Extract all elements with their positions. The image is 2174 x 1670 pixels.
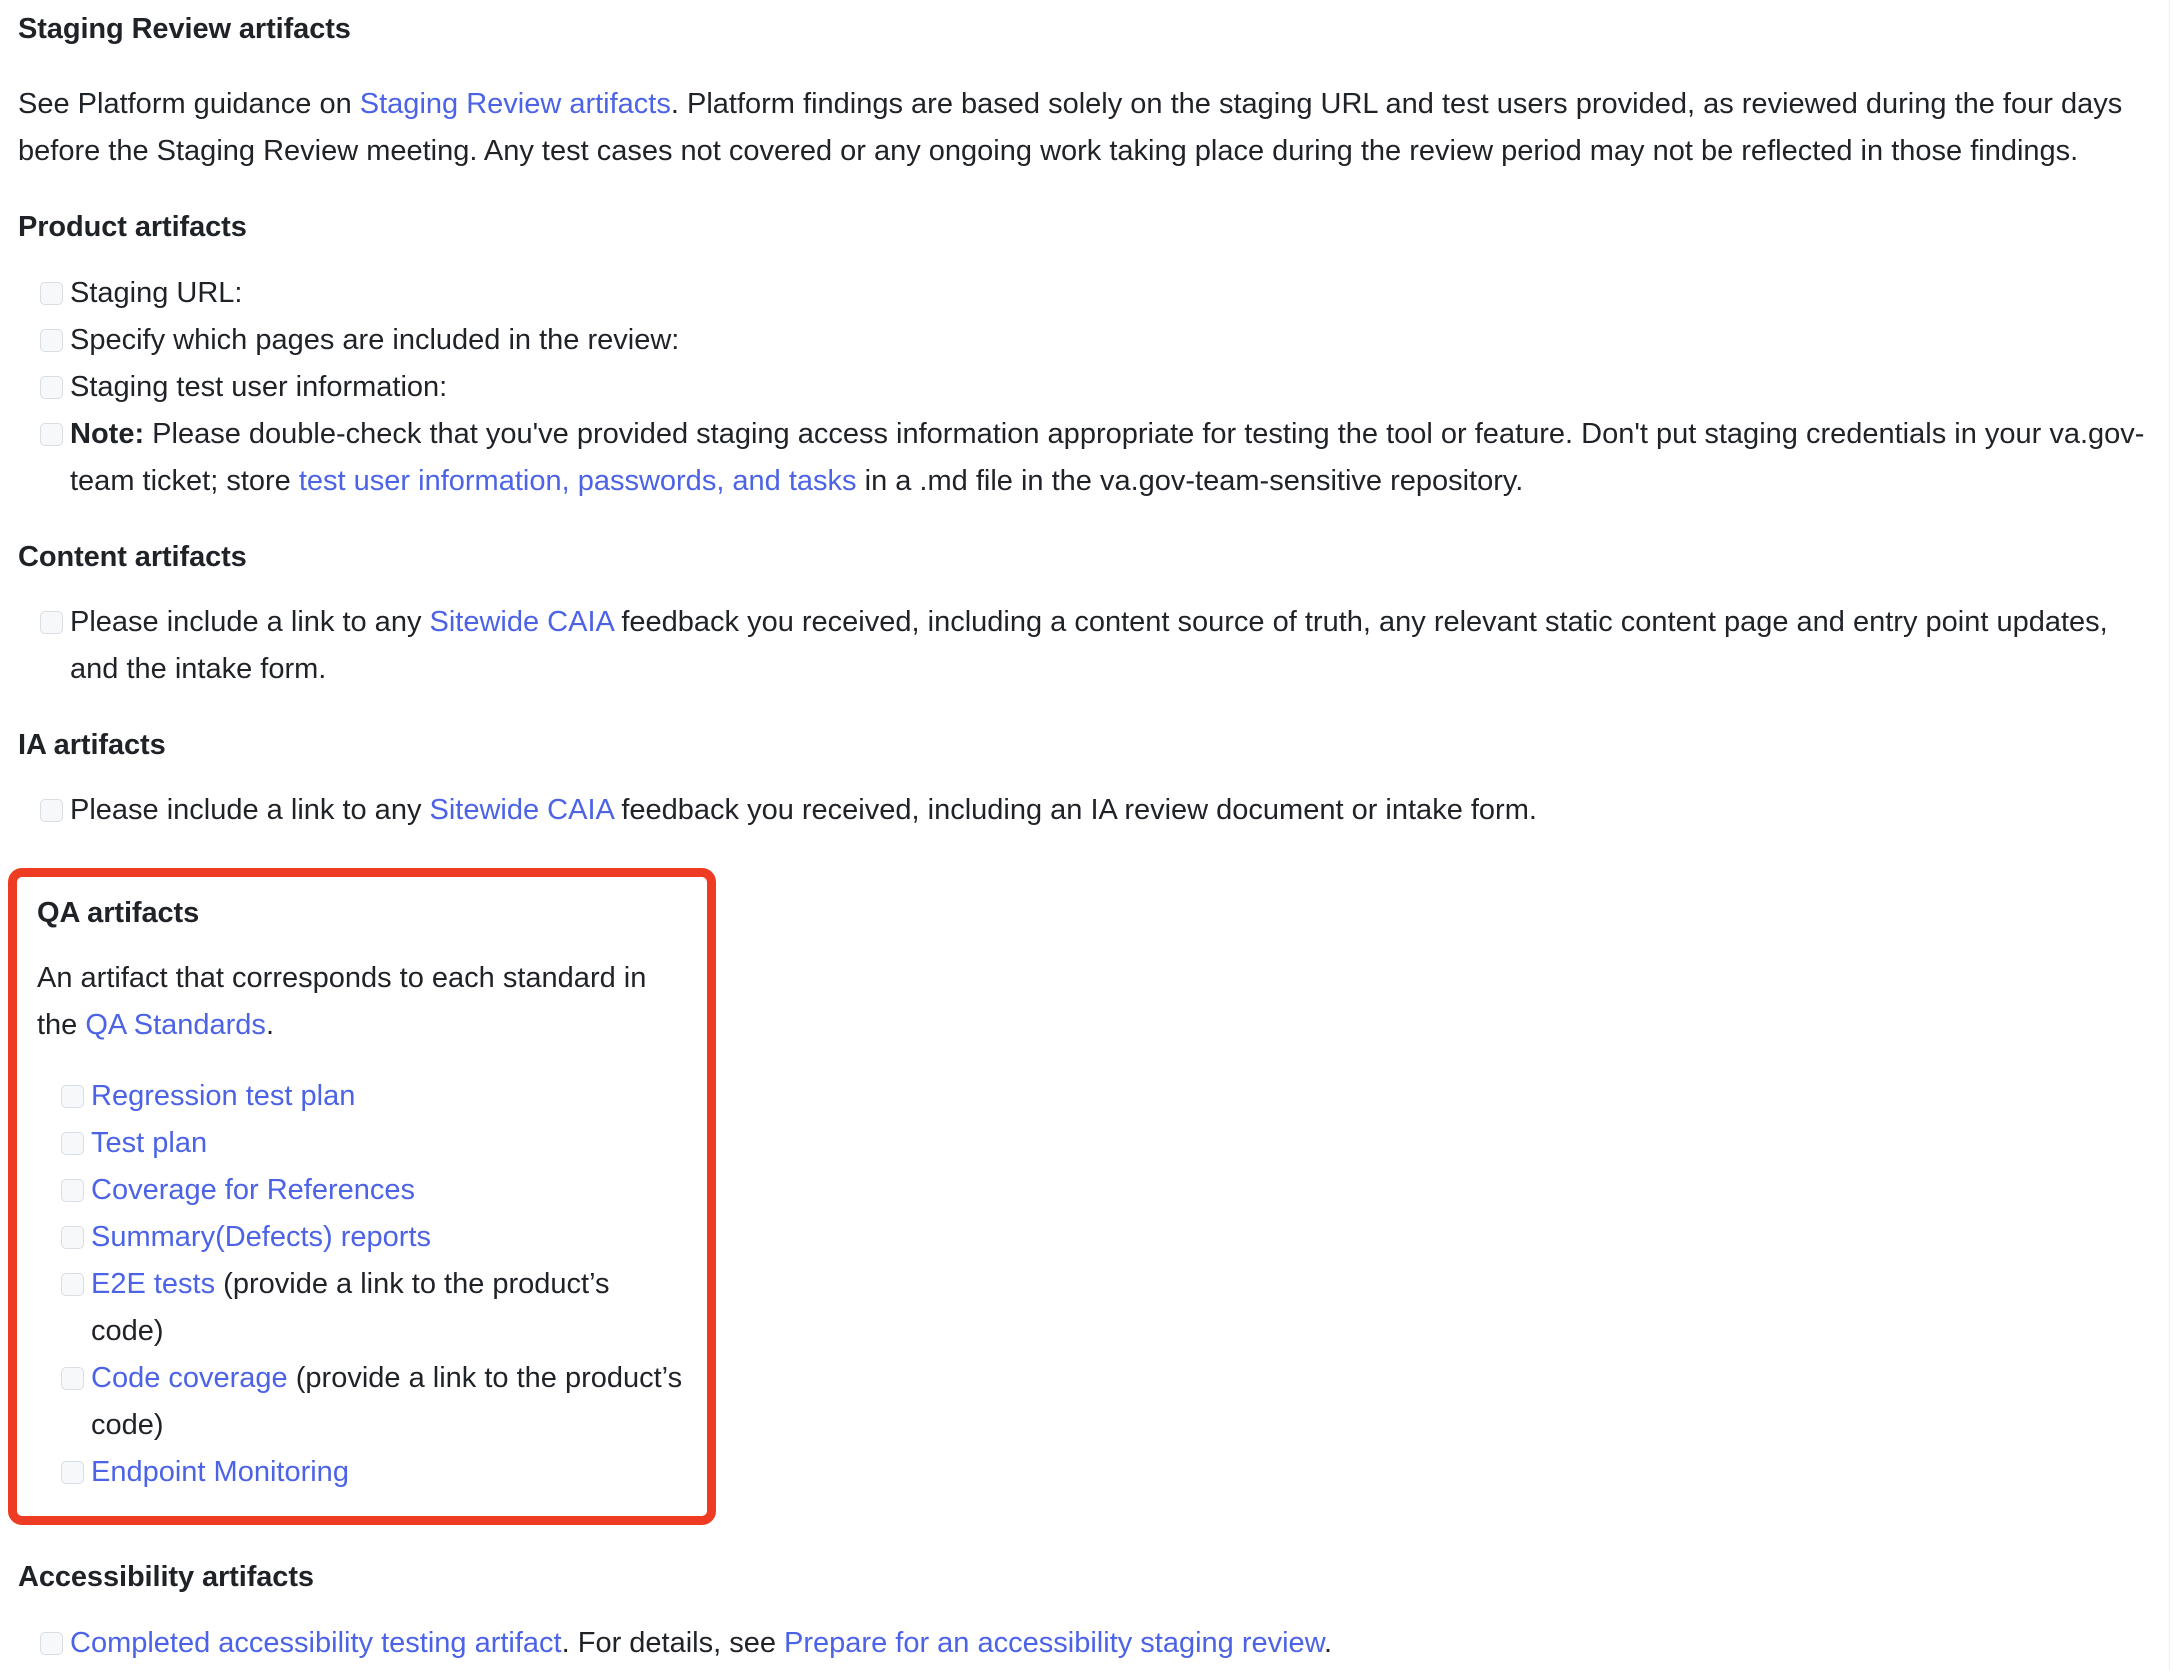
task-list-item[interactable]: Regression test plan [37, 1073, 687, 1120]
checkbox-icon[interactable] [61, 1085, 84, 1109]
task-list-item[interactable]: Endpoint Monitoring [37, 1449, 687, 1496]
checkbox-icon[interactable] [40, 799, 63, 822]
test-user-information-link[interactable]: test user information, passwords, and ta… [299, 465, 857, 497]
product-artifacts-tasklist: Staging URL: Specify which pages are inc… [18, 270, 2156, 505]
task-text-after: . [1324, 1626, 1333, 1659]
note-text-after: in a .md file in the va.gov-team-sensiti… [856, 464, 1524, 497]
task-list-item[interactable]: Specify which pages are included in the … [18, 317, 2156, 364]
task-list-item[interactable]: Test plan [37, 1120, 687, 1167]
sitewide-caia-link[interactable]: Sitewide CAIA [430, 794, 614, 826]
section-heading-content-artifacts: Content artifacts [18, 540, 247, 573]
qa-artifacts-highlight-box: QA artifacts An artifact that correspond… [8, 868, 716, 1526]
checkbox-icon[interactable] [40, 375, 63, 399]
checkbox-icon[interactable] [40, 328, 63, 352]
task-list-item[interactable]: Code coverage (provide a link to the pro… [37, 1355, 687, 1449]
checkbox-icon[interactable] [61, 1132, 84, 1156]
checkbox-icon[interactable] [61, 1273, 84, 1297]
intro-text-before: See Platform guidance on [18, 88, 360, 121]
page-title: Staging Review artifacts [18, 13, 351, 45]
task-text-after: feedback you received, including an IA r… [613, 794, 1537, 826]
test-plan-link[interactable]: Test plan [91, 1127, 207, 1159]
task-label: Staging test user information: [70, 370, 448, 403]
intro-paragraph: See Platform guidance on Staging Review … [18, 81, 2156, 175]
code-coverage-link[interactable]: Code coverage [91, 1362, 288, 1394]
accessibility-artifacts-tasklist: Completed accessibility testing artifact… [18, 1620, 2156, 1667]
prepare-for-accessibility-staging-review-link[interactable]: Prepare for an accessibility staging rev… [784, 1627, 1324, 1659]
section-heading-qa-artifacts: QA artifacts [37, 897, 200, 929]
content-artifacts-tasklist: Please include a link to any Sitewide CA… [18, 599, 2156, 693]
completed-accessibility-testing-artifact-link[interactable]: Completed accessibility testing artifact [70, 1627, 562, 1659]
ia-artifacts-tasklist: Please include a link to any Sitewide CA… [18, 787, 2156, 834]
regression-test-plan-link[interactable]: Regression test plan [91, 1080, 355, 1112]
task-list-item-note[interactable]: Note: Please double-check that you've pr… [18, 411, 2156, 505]
checkbox-icon[interactable] [40, 422, 63, 446]
staging-review-artifacts-document: Staging Review artifacts See Platform gu… [0, 0, 2174, 1670]
summary-defects-reports-link[interactable]: Summary(Defects) reports [91, 1221, 431, 1253]
task-list-item[interactable]: Coverage for References [37, 1167, 687, 1214]
task-text-before: Please include a link to any [70, 794, 430, 826]
task-text-before: Please include a link to any [70, 605, 430, 638]
section-heading-ia-artifacts: IA artifacts [18, 728, 166, 761]
task-list-item[interactable]: Staging test user information: [18, 364, 2156, 411]
task-list-item[interactable]: E2E tests (provide a link to the product… [37, 1261, 687, 1355]
task-list-item[interactable]: Completed accessibility testing artifact… [18, 1620, 2156, 1667]
staging-review-artifacts-link[interactable]: Staging Review artifacts [360, 88, 671, 120]
e2e-tests-link[interactable]: E2E tests [91, 1268, 215, 1300]
task-list-item[interactable]: Summary(Defects) reports [37, 1214, 687, 1261]
qa-description: An artifact that corresponds to each sta… [37, 955, 687, 1049]
checkbox-icon[interactable] [61, 1367, 84, 1391]
checkbox-icon[interactable] [61, 1461, 84, 1485]
checkbox-icon[interactable] [61, 1226, 84, 1250]
checkbox-icon[interactable] [40, 281, 63, 305]
checkbox-icon[interactable] [40, 1631, 63, 1655]
note-label: Note: [70, 417, 145, 450]
endpoint-monitoring-link[interactable]: Endpoint Monitoring [91, 1456, 349, 1488]
qa-description-after: . [265, 1009, 274, 1042]
task-list-item[interactable]: Please include a link to any Sitewide CA… [18, 599, 2156, 693]
task-text-middle: . For details, see [561, 1626, 785, 1659]
qa-standards-link[interactable]: QA Standards [85, 1009, 266, 1041]
section-heading-accessibility-artifacts: Accessibility artifacts [18, 1561, 314, 1594]
coverage-for-references-link[interactable]: Coverage for References [91, 1174, 415, 1206]
checkbox-icon[interactable] [40, 610, 63, 634]
page-right-edge [2169, 0, 2174, 1670]
task-label: Specify which pages are included in the … [70, 323, 680, 356]
sitewide-caia-link[interactable]: Sitewide CAIA [430, 606, 614, 638]
section-heading-product-artifacts: Product artifacts [18, 211, 247, 244]
task-list-item[interactable]: Please include a link to any Sitewide CA… [18, 787, 2156, 834]
task-label: Staging URL: [70, 276, 243, 309]
checkbox-icon[interactable] [61, 1179, 84, 1203]
qa-artifacts-tasklist: Regression test plan Test plan Coverage … [37, 1073, 687, 1496]
task-list-item[interactable]: Staging URL: [18, 270, 2156, 317]
